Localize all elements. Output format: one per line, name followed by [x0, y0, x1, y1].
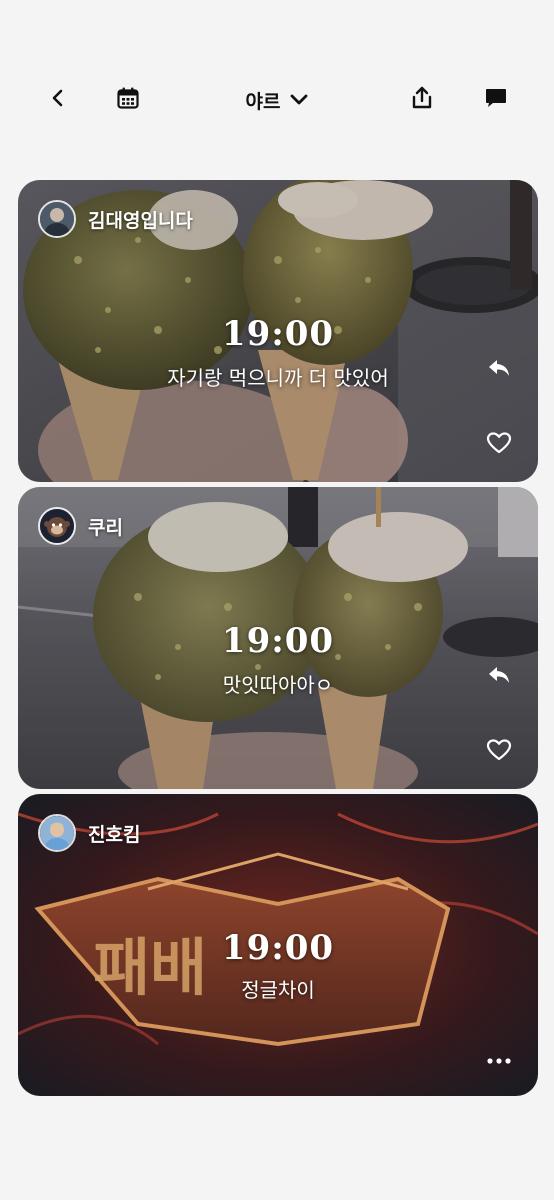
author-name[interactable]: 진호킴 [88, 820, 140, 847]
avatar[interactable] [38, 507, 76, 545]
more-icon [486, 1050, 512, 1069]
reply-button[interactable] [482, 660, 516, 694]
reply-icon [487, 665, 511, 689]
post-time: 19:00 [221, 621, 335, 661]
like-button[interactable] [482, 428, 516, 462]
post-time: 19:00 [221, 928, 335, 968]
avatar[interactable] [38, 200, 76, 238]
share-button[interactable] [400, 78, 444, 122]
heart-icon [486, 431, 512, 459]
group-selector[interactable]: 야르 [0, 78, 554, 122]
top-bar: 야르 [0, 78, 554, 122]
post-time: 19:00 [221, 314, 335, 354]
chat-button[interactable] [474, 78, 518, 122]
author-name[interactable]: 쿠리 [88, 513, 123, 540]
chat-bubble-icon [484, 86, 508, 114]
reply-icon [487, 358, 511, 382]
author-name[interactable]: 김대영입니다 [88, 206, 193, 233]
group-title: 야르 [245, 90, 281, 113]
chevron-down-icon [290, 89, 308, 111]
like-button[interactable] [482, 735, 516, 769]
reply-button[interactable] [482, 353, 516, 387]
post-caption: 정글차이 [241, 978, 315, 1002]
avatar[interactable] [38, 814, 76, 852]
more-button[interactable] [482, 1042, 516, 1076]
post-card[interactable]: 패배 진호킴 19:00 정글차이 [18, 794, 538, 1096]
post-card[interactable]: 김대영입니다 19:00 자기랑 먹으니까 더 맛있어 [18, 180, 538, 482]
feed-screen: 야르 김대영입니다 19:00 자기랑 먹으니까 더 맛있어 쿠리 19:00 … [0, 0, 554, 1200]
post-card[interactable]: 쿠리 19:00 맛잇따아아ㅇ [18, 487, 538, 789]
post-caption: 맛잇따아아ㅇ [222, 673, 334, 697]
post-caption: 자기랑 먹으니까 더 맛있어 [167, 366, 389, 390]
share-icon [411, 86, 433, 114]
heart-icon [486, 738, 512, 766]
